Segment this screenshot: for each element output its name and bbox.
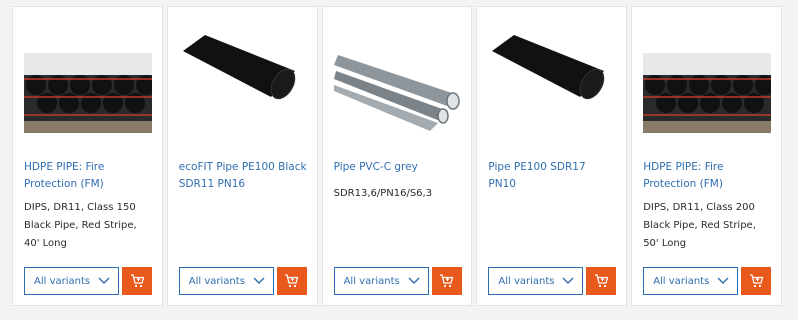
product-title-link[interactable]: Pipe PVC-C grey [334,159,462,176]
variant-select-label: All variants [343,275,400,287]
chevron-down-icon [408,277,420,284]
add-to-cart-button[interactable] [431,267,462,295]
variant-select-label: All variants [34,275,91,287]
product-image-hdpe-pipe-stack[interactable] [643,35,772,133]
add-to-cart-icon [594,274,609,288]
add-to-cart-button[interactable] [586,267,617,295]
product-actions: All variants [643,267,772,295]
product-card-row: HDPE PIPE: Fire Protection (FM) DIPS, DR… [12,6,782,306]
variant-select-label: All variants [653,275,710,287]
add-to-cart-icon [749,274,764,288]
product-title-link[interactable]: ecoFIT Pipe PE100 Black SDR11 PN16 [179,159,307,193]
chevron-down-icon [717,277,729,284]
product-title-link[interactable]: HDPE PIPE: Fire Protection (FM) [643,159,771,193]
variant-select[interactable]: All variants [333,267,429,295]
product-actions: All variants [488,267,617,295]
product-actions: All variants [24,267,152,295]
add-to-cart-icon [440,274,454,288]
chevron-down-icon [98,277,110,284]
product-image-hdpe-pipe-stack[interactable] [24,35,152,133]
chevron-down-icon [562,277,574,284]
product-description: DIPS, DR11, Class 200 Black Pipe, Red St… [643,202,756,249]
product-card: Pipe PVC-C grey SDR13,6/PN16/S6,3 All va… [321,6,473,306]
product-description: DIPS, DR11, Class 150 Black Pipe, Red St… [24,202,137,249]
chevron-down-icon [253,277,265,284]
product-title-link[interactable]: Pipe PE100 SDR17 PN10 [488,159,616,193]
product-card: HDPE PIPE: Fire Protection (FM) DIPS, DR… [12,6,163,306]
product-title-link[interactable]: HDPE PIPE: Fire Protection (FM) [24,159,152,193]
add-to-cart-button[interactable] [276,267,307,295]
product-image-black-pipe[interactable] [488,35,617,133]
product-card: HDPE PIPE: Fire Protection (FM) DIPS, DR… [631,6,782,306]
add-to-cart-icon [285,274,299,288]
variant-select[interactable]: All variants [488,267,584,295]
add-to-cart-icon [130,274,144,288]
variant-select[interactable]: All variants [178,267,274,295]
product-image-black-pipe[interactable] [178,35,307,133]
variant-select[interactable]: All variants [643,267,739,295]
product-card: Pipe PE100 SDR17 PN10 All variants [476,6,628,306]
product-actions: All variants [178,267,307,295]
variant-select[interactable]: All variants [24,267,119,295]
product-actions: All variants [333,267,462,295]
variant-select-label: All variants [498,275,555,287]
product-card: ecoFIT Pipe PE100 Black SDR11 PN16 All v… [166,6,318,306]
product-description: SDR13,6/PN16/S6,3 [333,188,433,199]
add-to-cart-button[interactable] [741,267,772,295]
add-to-cart-button[interactable] [122,267,152,295]
variant-select-label: All variants [188,275,245,287]
product-image-grey-pvc-pipes[interactable] [333,35,462,133]
